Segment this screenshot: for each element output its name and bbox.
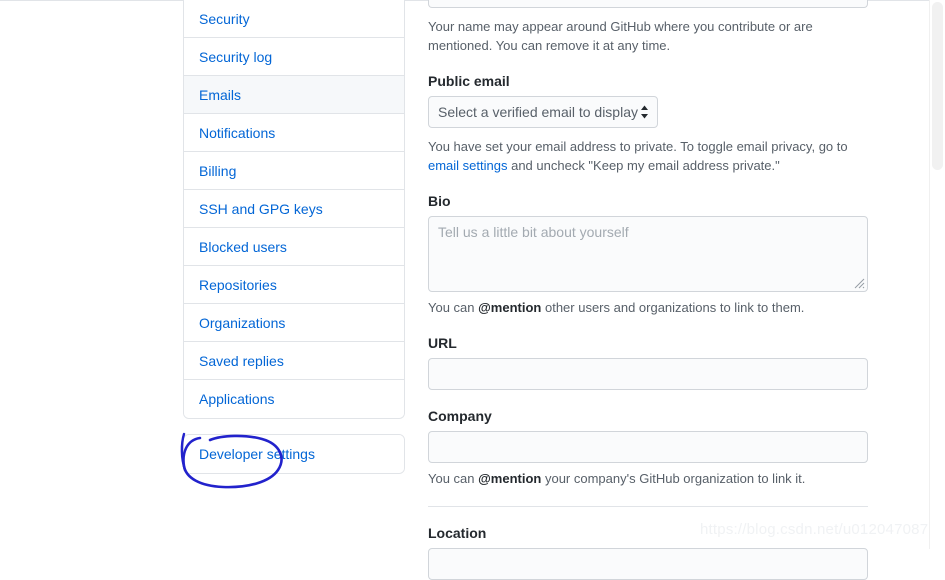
sidebar-item-ssh-and-gpg-keys[interactable]: SSH and GPG keys bbox=[184, 190, 404, 228]
bio-help-text: You can @mention other users and organiz… bbox=[428, 298, 868, 317]
bio-help-prefix: You can bbox=[428, 300, 479, 315]
bio-field-wrap bbox=[428, 216, 868, 292]
profile-form: Your name may appear around GitHub where… bbox=[428, 0, 868, 580]
bio-help-suffix: other users and organizations to link to… bbox=[541, 300, 805, 315]
sidebar-item-security-log[interactable]: Security log bbox=[184, 38, 404, 76]
sidebar-item-blocked-users[interactable]: Blocked users bbox=[184, 228, 404, 266]
name-help-line-2: remove it at any time. bbox=[545, 38, 671, 53]
email-settings-link[interactable]: email settings bbox=[428, 158, 507, 173]
sidebar-item-billing[interactable]: Billing bbox=[184, 152, 404, 190]
bio-textarea[interactable] bbox=[428, 216, 868, 292]
bio-label: Bio bbox=[428, 193, 451, 209]
sidebar-item-applications[interactable]: Applications bbox=[184, 380, 404, 418]
sidebar-item-saved-replies[interactable]: Saved replies bbox=[184, 342, 404, 380]
name-field-partial[interactable] bbox=[428, 0, 868, 8]
sidebar-item-developer-settings[interactable]: Developer settings bbox=[184, 435, 404, 473]
url-input[interactable] bbox=[428, 358, 868, 390]
settings-sidebar: Security Security log Emails Notificatio… bbox=[183, 0, 405, 474]
sidebar-item-emails[interactable]: Emails bbox=[184, 76, 404, 114]
public-email-help-text: You have set your email address to priva… bbox=[428, 137, 868, 175]
company-help-prefix: You can bbox=[428, 471, 479, 486]
location-input[interactable] bbox=[428, 548, 868, 580]
public-email-select-wrap: Select a verified email to display bbox=[428, 96, 658, 128]
public-email-help-suffix: and uncheck "Keep my email address priva… bbox=[507, 158, 780, 173]
company-help-mention: @mention bbox=[478, 471, 542, 486]
location-label: Location bbox=[428, 525, 487, 541]
public-email-select[interactable]: Select a verified email to display bbox=[428, 96, 658, 128]
company-label: Company bbox=[428, 408, 492, 424]
sidebar-item-repositories[interactable]: Repositories bbox=[184, 266, 404, 304]
section-divider bbox=[428, 506, 868, 507]
page-root: Security Security log Emails Notificatio… bbox=[0, 0, 945, 580]
company-help-text: You can @mention your company's GitHub o… bbox=[428, 469, 868, 488]
name-help-text: Your name may appear around GitHub where… bbox=[428, 17, 868, 55]
bio-help-mention: @mention bbox=[478, 300, 542, 315]
sidebar-item-organizations[interactable]: Organizations bbox=[184, 304, 404, 342]
company-input[interactable] bbox=[428, 431, 868, 463]
public-email-help-prefix: You have set your email address to priva… bbox=[428, 139, 848, 154]
public-email-label: Public email bbox=[428, 73, 510, 89]
company-help-suffix: your company's GitHub organization to li… bbox=[541, 471, 806, 486]
vertical-scrollbar[interactable] bbox=[929, 0, 945, 549]
settings-menu-list: Security Security log Emails Notificatio… bbox=[183, 0, 405, 419]
developer-settings-group: Developer settings bbox=[183, 434, 405, 474]
url-label: URL bbox=[428, 335, 457, 351]
sidebar-item-security[interactable]: Security bbox=[184, 0, 404, 38]
sidebar-item-notifications[interactable]: Notifications bbox=[184, 114, 404, 152]
scrollbar-thumb[interactable] bbox=[932, 2, 943, 170]
